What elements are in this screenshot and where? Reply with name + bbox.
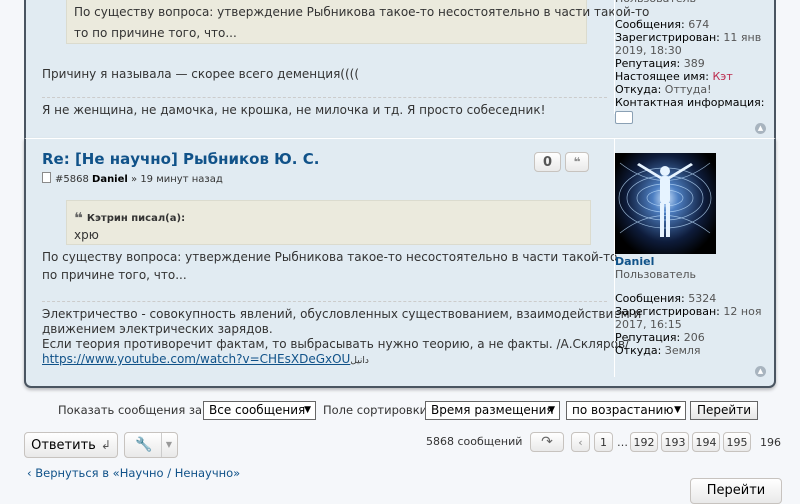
page-link-194[interactable]: 194 bbox=[692, 432, 720, 452]
post-author[interactable]: Daniel bbox=[92, 174, 128, 185]
contact-label: Контактная информация: bbox=[615, 96, 765, 109]
chevron-down-icon: ▼ bbox=[548, 405, 555, 415]
profile-username[interactable]: Daniel bbox=[615, 255, 775, 268]
author-profile: Пользователь Сообщения: 674 Зарегистриро… bbox=[614, 0, 775, 124]
message-count: 5868 сообщений bbox=[426, 435, 523, 448]
quote-text: то по причине того, что... bbox=[74, 26, 237, 40]
chevron-left-icon: ‹ bbox=[27, 466, 32, 480]
quote-mark-icon: ❝ bbox=[573, 155, 581, 169]
registered-stat: Зарегистрирован: 11 янв 2019, 18:30 bbox=[615, 31, 762, 57]
from-stat: Откуда: Оттуда! bbox=[615, 83, 712, 96]
reply-arrow-icon: ↲ bbox=[100, 438, 111, 452]
author-profile: Daniel Пользователь Сообщения: 5324 Заре… bbox=[614, 139, 775, 377]
quote-text: хрю bbox=[74, 228, 99, 242]
from-stat: Откуда: Земля bbox=[615, 344, 701, 357]
quote-text: По существу вопроса: утверждение Рыбнико… bbox=[74, 5, 650, 19]
show-posts-label: Показать сообщения за: bbox=[58, 403, 206, 417]
quote-author: ❝ Кэтрин писал(а): bbox=[74, 209, 186, 227]
quote-button[interactable]: ❝ bbox=[565, 152, 589, 172]
wrench-icon: 🔧 bbox=[135, 437, 153, 453]
messages-stat: Сообщения: 674 bbox=[615, 18, 710, 31]
post-daniel: Re: [Не научно] Рыбников Ю. С. #5868 Dan… bbox=[24, 138, 776, 388]
chevron-down-icon: ▼ bbox=[674, 405, 681, 415]
post-text: Причину я называла — скорее всего деменц… bbox=[42, 67, 360, 81]
jump-button[interactable]: Перейти bbox=[690, 478, 782, 504]
signature: Электричество - совокупность явлений, об… bbox=[42, 307, 642, 366]
post-time: » 19 минут назад bbox=[131, 174, 223, 185]
vote-button[interactable]: 0 bbox=[534, 152, 561, 172]
chevron-down-icon: ▼ bbox=[304, 405, 311, 415]
back-to-top-icon[interactable]: ▲ bbox=[755, 123, 766, 134]
realname-stat: Настоящее имя: Кэт bbox=[615, 70, 733, 83]
page-current-196: 196 bbox=[760, 436, 781, 449]
post-number[interactable]: #5868 bbox=[55, 174, 89, 185]
signature-link-suffix: دانیل bbox=[350, 356, 369, 366]
page-link-193[interactable]: 193 bbox=[661, 432, 689, 452]
page-link-192[interactable]: 192 bbox=[630, 432, 658, 452]
quote-mark-icon: ❝ bbox=[74, 209, 83, 227]
signature: Я не женщина, не дамочка, не крошка, не … bbox=[42, 103, 546, 117]
post-title[interactable]: Re: [Не научно] Рыбников Ю. С. bbox=[42, 150, 319, 168]
post-text: по причине того, что... bbox=[42, 268, 187, 282]
tools-button[interactable]: 🔧 ▼ bbox=[124, 432, 178, 458]
speech-bubble-icon[interactable] bbox=[615, 111, 633, 124]
reply-button[interactable]: Ответить ↲ bbox=[24, 432, 118, 458]
page-ellipsis: … bbox=[617, 436, 628, 449]
post-meta: #5868 Daniel » 19 минут назад bbox=[42, 172, 223, 185]
quote-block: По существу вопроса: утверждение Рыбнико… bbox=[66, 0, 649, 44]
back-to-top-icon[interactable]: ▲ bbox=[755, 366, 766, 377]
signature-divider bbox=[42, 97, 607, 98]
chevron-down-icon: ▼ bbox=[160, 433, 172, 457]
reputation-stat: Репутация: 206 bbox=[615, 331, 705, 344]
share-arrow-icon: ↷ bbox=[541, 434, 553, 450]
chevron-left-icon: ‹ bbox=[578, 435, 583, 449]
post-text: По существу вопроса: утверждение Рыбнико… bbox=[42, 250, 618, 264]
prev-page-button[interactable]: ‹ bbox=[571, 432, 590, 452]
user-role: Пользователь bbox=[615, 268, 697, 281]
signature-link[interactable]: https://www.youtube.com/watch?v=CHEsXDeG… bbox=[42, 352, 350, 366]
back-link[interactable]: ‹ Вернуться в «Научно / Ненаучно» bbox=[27, 466, 240, 480]
post-previous: По существу вопроса: утверждение Рыбнико… bbox=[24, 0, 776, 138]
reputation-stat: Репутация: 389 bbox=[615, 57, 705, 70]
page-link-195[interactable]: 195 bbox=[723, 432, 751, 452]
share-button[interactable]: ↷ bbox=[530, 432, 564, 452]
go-button[interactable]: Перейти bbox=[690, 401, 758, 420]
quote-block: ❝ Кэтрин писал(а): хрю bbox=[66, 200, 591, 245]
show-posts-select[interactable]: Все сообщения ▼ bbox=[203, 401, 316, 420]
sort-order-select[interactable]: по возрастанию ▼ bbox=[566, 401, 686, 420]
sort-field-label: Поле сортировки bbox=[323, 403, 428, 417]
sort-field-select[interactable]: Время размещения ▼ bbox=[425, 401, 560, 420]
post-file-icon[interactable] bbox=[42, 172, 51, 183]
page-link-1[interactable]: 1 bbox=[594, 432, 613, 452]
messages-stat: Сообщения: 5324 bbox=[615, 292, 717, 305]
registered-stat: Зарегистрирован: 12 ноя 2017, 16:15 bbox=[615, 305, 762, 331]
signature-divider bbox=[42, 301, 607, 302]
